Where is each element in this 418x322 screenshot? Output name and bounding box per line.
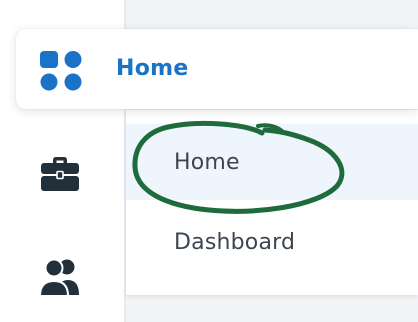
users-icon[interactable]: [39, 258, 81, 298]
briefcase-icon[interactable]: [39, 154, 81, 194]
submenu-item-dashboard[interactable]: Dashboard: [126, 204, 418, 280]
submenu-item-home[interactable]: Home: [126, 124, 418, 200]
grid-apps-icon: [40, 51, 82, 91]
submenu-item-label: Dashboard: [174, 229, 296, 255]
app-window: Home Dashboard Home: [0, 0, 418, 322]
nav-item-home-label: Home: [116, 56, 189, 81]
submenu-item-label: Home: [174, 149, 240, 175]
